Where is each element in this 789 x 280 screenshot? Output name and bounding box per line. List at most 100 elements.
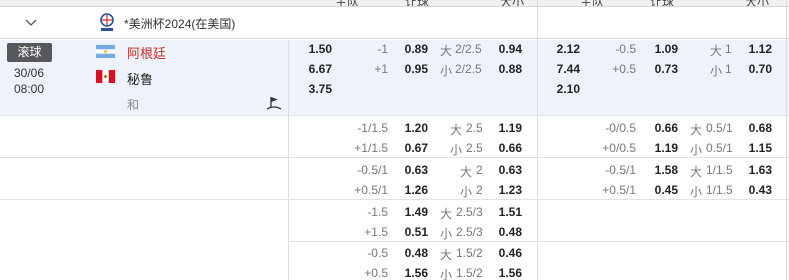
over-odds[interactable]: 1.51 (490, 205, 522, 219)
league-row[interactable]: *美洲杯2024(在美国) (0, 7, 789, 39)
handicap-odds[interactable]: 0.48 (396, 246, 428, 260)
ht-handicap-odds[interactable]: 1.19 (646, 141, 678, 155)
ht-handicap-odds[interactable]: 0.66 (646, 121, 678, 135)
under-odds[interactable]: 0.48 (490, 225, 522, 239)
col-header: 主队 (580, 0, 605, 7)
odds-away-win[interactable]: 6.67 (306, 62, 332, 76)
ht-under-odds[interactable]: 1.15 (740, 141, 772, 155)
under-odds[interactable]: 0.88 (490, 62, 522, 76)
handicap-odds[interactable]: 0.95 (396, 62, 428, 76)
flag-marker-icon[interactable] (266, 95, 282, 111)
over-odds[interactable]: 1.19 (490, 121, 522, 135)
odds-draw[interactable]: 3.75 (306, 82, 332, 96)
total-line: 2 (476, 163, 483, 177)
ht-handicap-odds[interactable]: 1.58 (646, 163, 678, 177)
total-line: 2.5 (466, 141, 483, 155)
handicap-line: -1.5 (367, 205, 388, 219)
ht-handicap-line: -0.5 (615, 42, 636, 56)
league-name[interactable]: *美洲杯2024(在美国) (124, 15, 235, 32)
total-line: 1.5/2 (456, 266, 483, 280)
under-odds[interactable]: 1.23 (490, 183, 522, 197)
ht-handicap-line: +0.5 (612, 62, 636, 76)
under-label: 小 (440, 64, 453, 78)
handicap-line: -0.5 (367, 246, 388, 260)
column-divider (537, 0, 538, 7)
total-line: 1.5/2 (456, 246, 483, 260)
ht-over-label: 大 (710, 44, 723, 58)
ht-handicap-line: +0/0.5 (602, 141, 636, 155)
total-line: 2/2.5 (455, 62, 482, 76)
over-label: 大 (440, 207, 453, 221)
ht-over-odds[interactable]: 0.68 (740, 121, 772, 135)
argentina-flag-icon (96, 45, 115, 58)
col-header: 大小 (745, 0, 770, 7)
handicap-line: +1 (374, 62, 388, 76)
ht-total-line: 0.5/1 (706, 141, 733, 155)
handicap-line: +0.5 (364, 266, 388, 280)
over-label: 大 (440, 44, 453, 58)
over-label: 大 (440, 248, 453, 262)
ht-handicap-line: -0/0.5 (605, 121, 636, 135)
handicap-line: -1 (377, 42, 388, 56)
total-line: 2/2.5 (455, 42, 482, 56)
ht-odds-draw[interactable]: 2.10 (554, 82, 580, 96)
peru-flag-icon (96, 70, 115, 83)
live-badge: 滚球 (7, 43, 52, 62)
col-header: 让球 (405, 0, 430, 7)
ht-over-label: 大 (690, 123, 703, 137)
ht-under-odds[interactable]: 0.43 (740, 183, 772, 197)
over-label: 大 (450, 123, 463, 137)
ht-over-odds[interactable]: 1.12 (740, 42, 772, 56)
ht-handicap-odds[interactable]: 0.45 (646, 183, 678, 197)
ht-over-odds[interactable]: 1.63 (740, 163, 772, 177)
ht-total-line: 1/1.5 (706, 163, 733, 177)
match-date: 30/06 (14, 66, 45, 80)
ht-under-label: 小 (690, 185, 703, 199)
ht-handicap-line: -0.5/1 (605, 163, 636, 177)
odds-home-win[interactable]: 1.50 (306, 42, 332, 56)
over-odds[interactable]: 0.94 (490, 42, 522, 56)
ht-under-label: 小 (710, 64, 723, 78)
total-line: 2.5 (466, 121, 483, 135)
ht-handicap-odds[interactable]: 0.73 (646, 62, 678, 76)
ht-odds-away-win[interactable]: 7.44 (554, 62, 580, 76)
row-divider (0, 115, 789, 116)
column-divider (537, 0, 538, 280)
column-divider (786, 0, 787, 280)
total-line: 2 (476, 183, 483, 197)
copa-america-logo-icon (100, 13, 114, 31)
ht-under-label: 小 (690, 143, 703, 157)
under-odds[interactable]: 0.66 (490, 141, 522, 155)
ht-total-line: 0.5/1 (706, 121, 733, 135)
over-odds[interactable]: 0.63 (490, 163, 522, 177)
handicap-odds[interactable]: 1.56 (396, 266, 428, 280)
handicap-odds[interactable]: 1.20 (396, 121, 428, 135)
ht-under-odds[interactable]: 0.70 (740, 62, 772, 76)
handicap-odds[interactable]: 0.67 (396, 141, 428, 155)
col-header: 主队 (335, 0, 360, 7)
ht-total-line: 1 (725, 42, 732, 56)
handicap-odds[interactable]: 1.49 (396, 205, 428, 219)
handicap-odds[interactable]: 0.63 (396, 163, 428, 177)
handicap-line: +1/1.5 (354, 141, 388, 155)
row-divider (288, 241, 789, 242)
over-odds[interactable]: 0.46 (490, 246, 522, 260)
under-label: 小 (440, 268, 453, 280)
over-label: 大 (460, 165, 473, 179)
total-line: 2.5/3 (456, 205, 483, 219)
ht-total-line: 1/1.5 (706, 183, 733, 197)
under-label: 小 (450, 143, 463, 157)
away-team[interactable]: 秘鲁 (127, 69, 153, 88)
col-header: 让球 (650, 0, 675, 7)
handicap-line: +1.5 (364, 225, 388, 239)
ht-over-label: 大 (690, 165, 703, 179)
under-odds[interactable]: 1.56 (490, 266, 522, 280)
home-team[interactable]: 阿根廷 (127, 43, 166, 62)
handicap-odds[interactable]: 0.89 (396, 42, 428, 56)
chevron-down-icon[interactable] (24, 16, 38, 30)
ht-handicap-odds[interactable]: 1.09 (646, 42, 678, 56)
handicap-line: +0.5/1 (354, 183, 388, 197)
handicap-odds[interactable]: 0.51 (396, 225, 428, 239)
ht-odds-home-win[interactable]: 2.12 (554, 42, 580, 56)
handicap-odds[interactable]: 1.26 (396, 183, 428, 197)
